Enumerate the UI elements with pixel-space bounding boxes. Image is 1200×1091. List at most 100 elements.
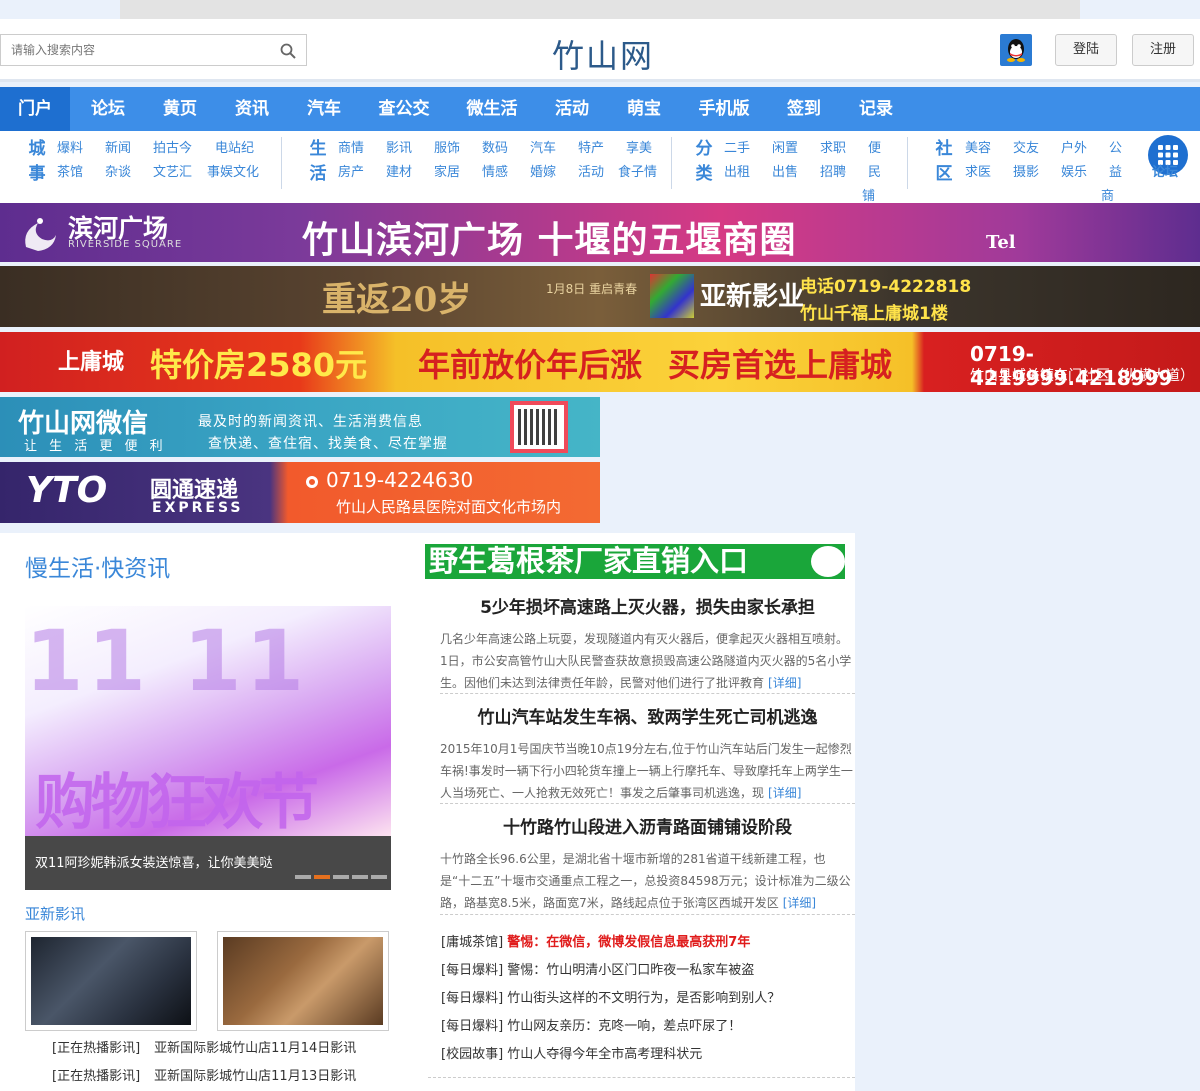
news-more-link[interactable]: [详细] [768,676,801,690]
movie-title[interactable]: 亚新国际影城竹山店11月13日影讯 [154,1069,356,1084]
site-logo[interactable]: 竹山网 [552,31,654,77]
subnav-link[interactable]: 文艺汇 [153,161,192,185]
subnav-link[interactable]: 摄影 [1013,161,1039,185]
login-button[interactable]: 登陆 [1055,34,1117,66]
cinema-section-title[interactable]: 亚新影讯 [25,903,85,924]
slide-dot[interactable] [371,875,387,879]
grid-more-label[interactable]: 论坛 [1152,161,1178,180]
subnav-link[interactable]: 婚嫁 [530,161,556,185]
subnav-link[interactable]: 汽车 [530,137,556,161]
headline-tag[interactable]: [校园故事] [441,1047,503,1062]
movie-tag[interactable]: [正在热播影讯] [52,1069,140,1084]
nav-item-events[interactable]: 活动 [546,87,598,131]
subnav-link[interactable]: 数码 [482,137,508,161]
nav-item-record[interactable]: 记录 [850,87,902,131]
headline-item[interactable]: [庸城茶馆] 警惕：在微信，微博发假信息最高获刑7年 [441,931,750,950]
banner-cinema[interactable]: 重返20岁 1月8日 重启青春 亚新影业 电话0719-4222818 竹山千福… [0,266,1200,327]
search-icon[interactable] [280,43,296,59]
banner-yto-express[interactable]: YTO 圆通速递 EXPRESS 0719-4224630 竹山人民路县医院对面… [0,462,600,523]
nav-item-forum[interactable]: 论坛 [82,87,134,131]
news-more-link[interactable]: [详细] [783,896,816,910]
headline-title[interactable]: 警惕：竹山明清小区门口昨夜一私家车被盗 [507,963,754,978]
subnav-link[interactable]: 拍古今 [153,137,192,161]
headline-tag[interactable]: [每日爆料] [441,991,503,1006]
qq-login-icon[interactable] [1000,34,1032,66]
search-input[interactable] [1,35,271,65]
news-title[interactable]: 十竹路竹山段进入沥青路面铺铺设阶段 [440,813,855,838]
subnav-link[interactable]: 服饰 [434,137,460,161]
subnav-link[interactable]: 二手 [724,137,750,161]
movie-title[interactable]: 亚新国际影城竹山店11月14日影讯 [154,1041,356,1056]
nav-item-auto[interactable]: 汽车 [298,87,350,131]
slide-caption[interactable]: 双11阿珍妮韩派女装送惊喜，让你美美哒 [35,852,273,871]
subnav-link[interactable]: 求职 [820,137,846,161]
subnav-link[interactable]: 户外 [1061,137,1087,161]
subnav-link[interactable]: 出租 [724,161,750,185]
subnav-link[interactable]: 娱乐 [1061,161,1087,185]
nav-item-checkin[interactable]: 签到 [778,87,830,131]
ad-kudzu-tea[interactable]: 野生葛根茶厂家直销入口 [425,544,845,579]
cinema-thumb[interactable] [25,931,197,1031]
news-title[interactable]: 5少年损坏高速路上灭火器，损失由家长承担 [440,593,855,618]
nav-item-baby[interactable]: 萌宝 [618,87,670,131]
headline-item[interactable]: [每日爆料] 竹山街头这样的不文明行为，是否影响到别人？ [441,987,780,1006]
subnav-link[interactable]: 新闻 [105,137,131,161]
nav-item-micro-life[interactable]: 微生活 [458,87,526,131]
subnav-link[interactable]: 美容 [965,137,991,161]
subnav-link[interactable]: 杂谈 [105,161,131,185]
headline-item[interactable]: [校园故事] 竹山人夺得今年全市高考理科状元 [441,1043,702,1062]
subnav-link[interactable]: 交友 [1013,137,1039,161]
headline-item[interactable]: [每日爆料] 竹山网友亲历：克咚一响，差点吓尿了！ [441,1015,741,1034]
slideshow[interactable]: 11 11 购物狂欢节 双11阿珍妮韩派女装送惊喜，让你美美哒 [25,606,391,890]
subnav-link[interactable]: 爆料 [57,137,83,161]
subnav-link[interactable]: 活动 [578,161,604,185]
subnav-link[interactable]: 情感 [482,161,508,185]
cinema-thumb[interactable] [217,931,389,1031]
slide-dot[interactable] [333,875,349,879]
subnav-link[interactable]: 建材 [386,161,412,185]
subnav-link[interactable]: 茶馆 [57,161,83,185]
subnav-link[interactable]: 电站纪 [215,137,254,161]
movie-item[interactable]: [正在热播影讯] 亚新国际影城竹山店11月13日影讯 [52,1065,356,1084]
headline-title[interactable]: 竹山街头这样的不文明行为，是否影响到别人？ [507,991,780,1006]
subnav-link[interactable]: 出售 [772,161,798,185]
subnav-link[interactable]: 求医 [965,161,991,185]
subnav-link[interactable]: 闲置 [772,137,798,161]
headline-tag[interactable]: [每日爆料] [441,963,503,978]
subnav-link[interactable]: 民 [868,161,881,185]
movie-tag[interactable]: [正在热播影讯] [52,1041,140,1056]
headline-title[interactable]: 竹山人夺得今年全市高考理科状元 [507,1047,702,1062]
register-button[interactable]: 注册 [1132,34,1194,66]
slide-dot-active[interactable] [314,875,330,879]
headline-title[interactable]: 竹山网友亲历：克咚一响，差点吓尿了！ [507,1019,741,1034]
subnav-link[interactable]: 影讯 [386,137,412,161]
subnav-link[interactable]: 招聘 [820,161,846,185]
nav-item-news[interactable]: 资讯 [226,87,278,131]
subnav-link[interactable]: 事娱文化 [207,161,259,185]
subnav-link[interactable]: 食子情 [618,161,658,185]
headline-title[interactable]: 警惕：在微信，微博发假信息最高获刑7年 [507,935,750,950]
nav-item-portal[interactable]: 门户 [0,87,70,131]
news-more-link[interactable]: [详细] [768,786,801,800]
banner-riverside-square[interactable]: 滨河广场 RIVERSIDE SQUARE 竹山滨河广场 十堰的五堰商圈 Tel… [0,203,1200,262]
subnav-link[interactable]: 家居 [434,161,460,185]
slide-dot[interactable] [295,875,311,879]
subnav-link[interactable]: 房产 [338,161,364,185]
subnav-link[interactable]: 享美 [626,137,652,161]
subnav-link[interactable]: 特产 [578,137,604,161]
banner-wechat[interactable]: 竹山网微信 让 生 活 更 便 利 最及时的新闻资讯、生活消费信息 查快递、查住… [0,397,600,457]
subnav-link[interactable]: 公 [1109,137,1122,161]
subnav-link[interactable]: 便 [868,137,881,161]
headline-tag[interactable]: [每日爆料] [441,1019,503,1034]
nav-item-mobile[interactable]: 手机版 [690,87,758,131]
nav-item-bus[interactable]: 查公交 [370,87,438,131]
headline-item[interactable]: [每日爆料] 警惕：竹山明清小区门口昨夜一私家车被盗 [441,959,754,978]
slide-dot[interactable] [352,875,368,879]
nav-item-yellowpages[interactable]: 黄页 [154,87,206,131]
news-title[interactable]: 竹山汽车站发生车祸、致两学生死亡司机逃逸 [440,703,855,728]
movie-item[interactable]: [正在热播影讯] 亚新国际影城竹山店11月14日影讯 [52,1037,356,1056]
subnav-link[interactable]: 商情 [338,137,364,161]
headline-tag[interactable]: [庸城茶馆] [441,935,503,950]
subnav-link[interactable]: 益 [1109,161,1122,185]
banner-shangyong-city[interactable]: 上庸城 特价房2580元 年前放价年后涨 买房首选上庸城 0719-421999… [0,332,1200,392]
